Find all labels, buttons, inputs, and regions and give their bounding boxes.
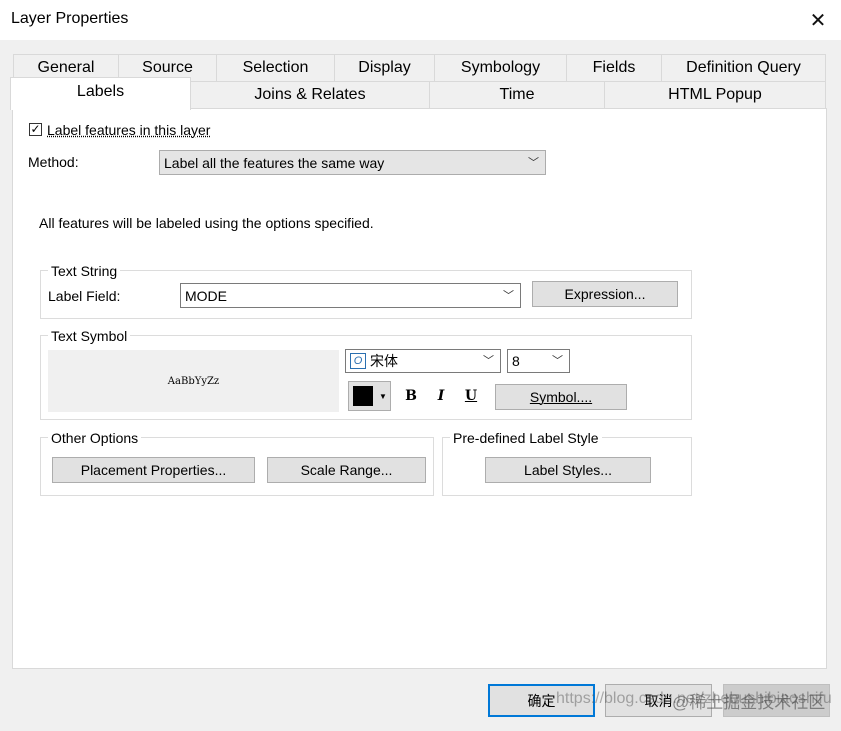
window-title: Layer Properties: [11, 10, 129, 27]
tab-time[interactable]: Time: [429, 81, 605, 108]
bold-button[interactable]: B: [400, 385, 422, 407]
text-string-title: Text String: [48, 263, 121, 279]
title-bar: Layer Properties ✕: [0, 0, 841, 40]
tab-labels[interactable]: Labels: [10, 77, 191, 110]
scale-range-button[interactable]: Scale Range...: [267, 457, 426, 483]
tab-definition-query[interactable]: Definition Query: [661, 54, 826, 81]
label-field-value: MODE: [185, 287, 227, 304]
underline-button[interactable]: U: [460, 385, 482, 407]
method-select[interactable]: Label all the features the same way ﹀: [159, 150, 546, 175]
label-features-label[interactable]: Label features in this layer: [47, 122, 210, 138]
color-picker[interactable]: ▼: [348, 381, 391, 411]
label-features-checkbox[interactable]: ✓: [29, 123, 42, 136]
method-select-value: Label all the features the same way: [164, 154, 385, 171]
chevron-down-icon: ﹀: [483, 355, 494, 368]
tab-symbology[interactable]: Symbology: [434, 54, 567, 81]
chevron-down-icon: ▼: [379, 392, 387, 401]
chevron-down-icon: ﹀: [528, 156, 539, 169]
info-text: All features will be labeled using the o…: [39, 215, 374, 231]
tab-html-popup[interactable]: HTML Popup: [604, 81, 826, 108]
text-symbol-preview: AaBbYyZz: [48, 350, 339, 412]
placement-properties-button[interactable]: Placement Properties...: [52, 457, 255, 483]
watermark-brand: @稀土掘金技术社区: [672, 693, 826, 712]
font-size-value: 8: [512, 353, 520, 369]
tab-fields[interactable]: Fields: [566, 54, 662, 81]
other-options-title: Other Options: [48, 430, 142, 446]
color-swatch: [353, 386, 373, 406]
font-select-value: 宋体: [370, 353, 398, 369]
tab-display[interactable]: Display: [334, 54, 435, 81]
label-field-select[interactable]: MODE ﹀: [180, 283, 521, 308]
symbol-button[interactable]: Symbol....: [495, 384, 627, 410]
font-select[interactable]: O 宋体 ﹀: [345, 349, 501, 373]
label-field-label: Label Field:: [48, 288, 121, 304]
expression-button[interactable]: Expression...: [532, 281, 678, 307]
chevron-down-icon: ﹀: [503, 289, 514, 302]
label-styles-button[interactable]: Label Styles...: [485, 457, 651, 483]
tab-selection[interactable]: Selection: [216, 54, 335, 81]
text-symbol-title: Text Symbol: [48, 328, 131, 344]
font-size-select[interactable]: 8 ﹀: [507, 349, 570, 373]
method-label: Method:: [28, 154, 79, 170]
checkmark-icon: ✓: [30, 122, 41, 136]
close-icon[interactable]: ✕: [795, 0, 841, 40]
italic-button[interactable]: I: [430, 385, 452, 407]
tab-joins-relates[interactable]: Joins & Relates: [190, 81, 430, 108]
chevron-down-icon: ﹀: [552, 355, 563, 368]
predefined-label-style-title: Pre-defined Label Style: [450, 430, 602, 446]
opentype-font-icon: O: [350, 353, 366, 369]
